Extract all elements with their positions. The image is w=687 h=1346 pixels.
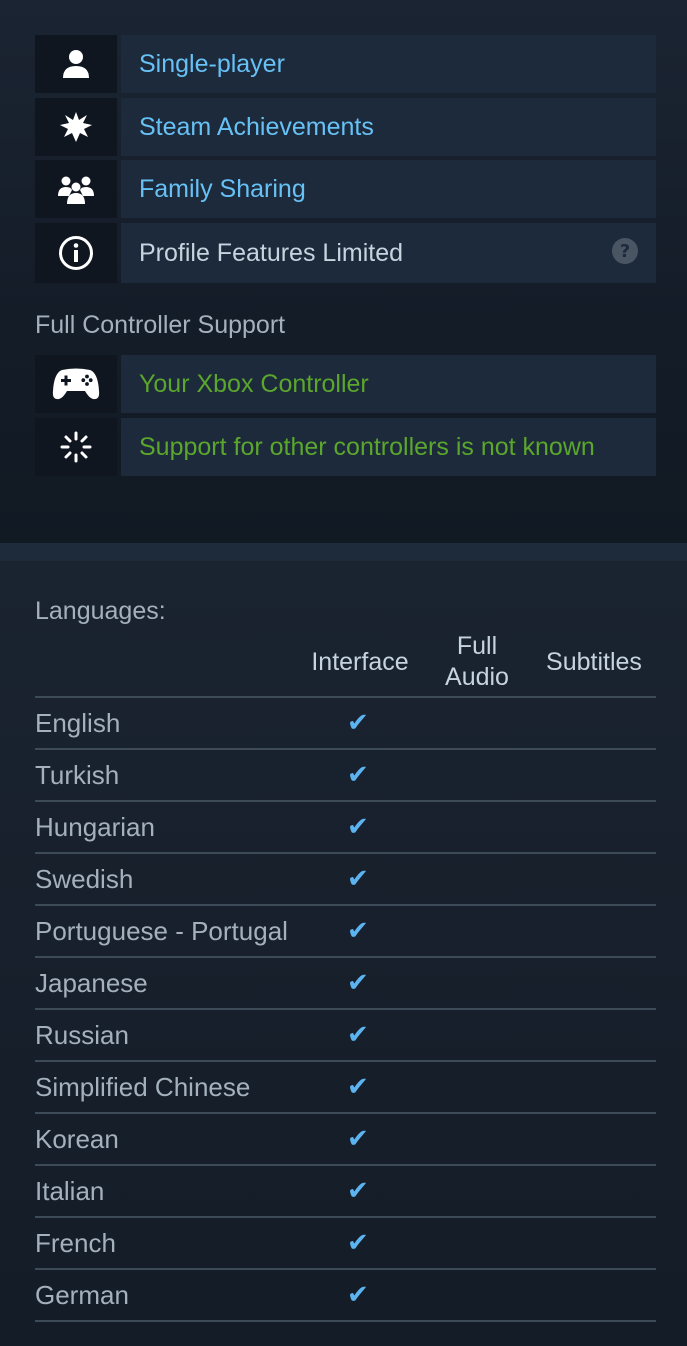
language-name: French xyxy=(35,1228,116,1258)
language-name: German xyxy=(35,1280,129,1310)
check-icon: ✔ xyxy=(347,708,369,738)
gamepad-icon xyxy=(35,355,117,413)
languages-table-header: Interface Full Audio Subtitles xyxy=(35,630,656,698)
check-icon: ✔ xyxy=(347,1124,369,1154)
table-row: French ✔ xyxy=(35,1218,656,1270)
language-name: Swedish xyxy=(35,864,134,894)
feature-label: Profile Features Limited xyxy=(139,238,404,267)
feature-family-sharing[interactable]: Family Sharing xyxy=(35,160,656,218)
language-name: Russian xyxy=(35,1020,129,1050)
language-name: English xyxy=(35,708,121,738)
language-name: Japanese xyxy=(35,968,148,998)
person-icon xyxy=(35,35,117,93)
feature-label[interactable]: Family Sharing xyxy=(139,175,306,204)
language-name: Portuguese - Portugal xyxy=(35,916,288,946)
table-row: Korean ✔ xyxy=(35,1114,656,1166)
loading-icon xyxy=(35,418,117,476)
family-icon xyxy=(35,160,117,218)
column-full-audio-line1: Full xyxy=(456,632,498,660)
check-icon: ✔ xyxy=(347,1176,369,1206)
table-row: Turkish ✔ xyxy=(35,750,656,802)
controller-xbox: Your Xbox Controller xyxy=(35,355,656,413)
feature-label[interactable]: Steam Achievements xyxy=(139,113,374,142)
controller-label: Support for other controllers is not kno… xyxy=(139,432,595,461)
table-row: Swedish ✔ xyxy=(35,854,656,906)
controller-other: Support for other controllers is not kno… xyxy=(35,418,656,476)
check-icon: ✔ xyxy=(347,1280,369,1310)
feature-profile-limited: Profile Features Limited ? xyxy=(35,223,656,283)
check-icon: ✔ xyxy=(347,812,369,842)
check-icon: ✔ xyxy=(347,916,369,946)
controller-section-title: Full Controller Support xyxy=(35,311,286,339)
check-icon: ✔ xyxy=(347,968,369,998)
achievement-icon xyxy=(35,98,117,156)
language-name: Simplified Chinese xyxy=(35,1072,251,1102)
column-full-audio: Full Audio xyxy=(427,631,527,693)
check-icon: ✔ xyxy=(347,1228,369,1258)
table-row: German ✔ xyxy=(35,1270,656,1322)
controller-label: Your Xbox Controller xyxy=(139,369,369,398)
section-divider xyxy=(0,543,687,561)
column-subtitles: Subtitles xyxy=(546,648,642,676)
feature-label[interactable]: Single-player xyxy=(139,50,285,79)
column-interface: Interface xyxy=(311,648,409,676)
table-row: Portuguese - Portugal ✔ xyxy=(35,906,656,958)
table-row: Japanese ✔ xyxy=(35,958,656,1010)
check-icon: ✔ xyxy=(347,760,369,790)
language-name: Korean xyxy=(35,1124,119,1154)
language-name: Hungarian xyxy=(35,812,155,842)
column-full-audio-line2: Audio xyxy=(445,663,509,691)
language-name: Turkish xyxy=(35,760,120,790)
feature-single-player[interactable]: Single-player xyxy=(35,35,656,93)
table-row: English ✔ xyxy=(35,698,656,750)
check-icon: ✔ xyxy=(347,864,369,894)
info-icon xyxy=(35,223,117,283)
check-icon: ✔ xyxy=(347,1072,369,1102)
table-row: Russian ✔ xyxy=(35,1010,656,1062)
help-icon[interactable]: ? xyxy=(612,238,638,264)
language-name: Italian xyxy=(35,1176,105,1206)
feature-steam-achievements[interactable]: Steam Achievements xyxy=(35,98,656,156)
table-row: Italian ✔ xyxy=(35,1166,656,1218)
check-icon: ✔ xyxy=(347,1020,369,1050)
table-row: Hungarian ✔ xyxy=(35,802,656,854)
languages-table: Interface Full Audio Subtitles English ✔… xyxy=(35,630,656,1322)
languages-title: Languages: xyxy=(35,597,166,625)
table-row: Simplified Chinese ✔ xyxy=(35,1062,656,1114)
